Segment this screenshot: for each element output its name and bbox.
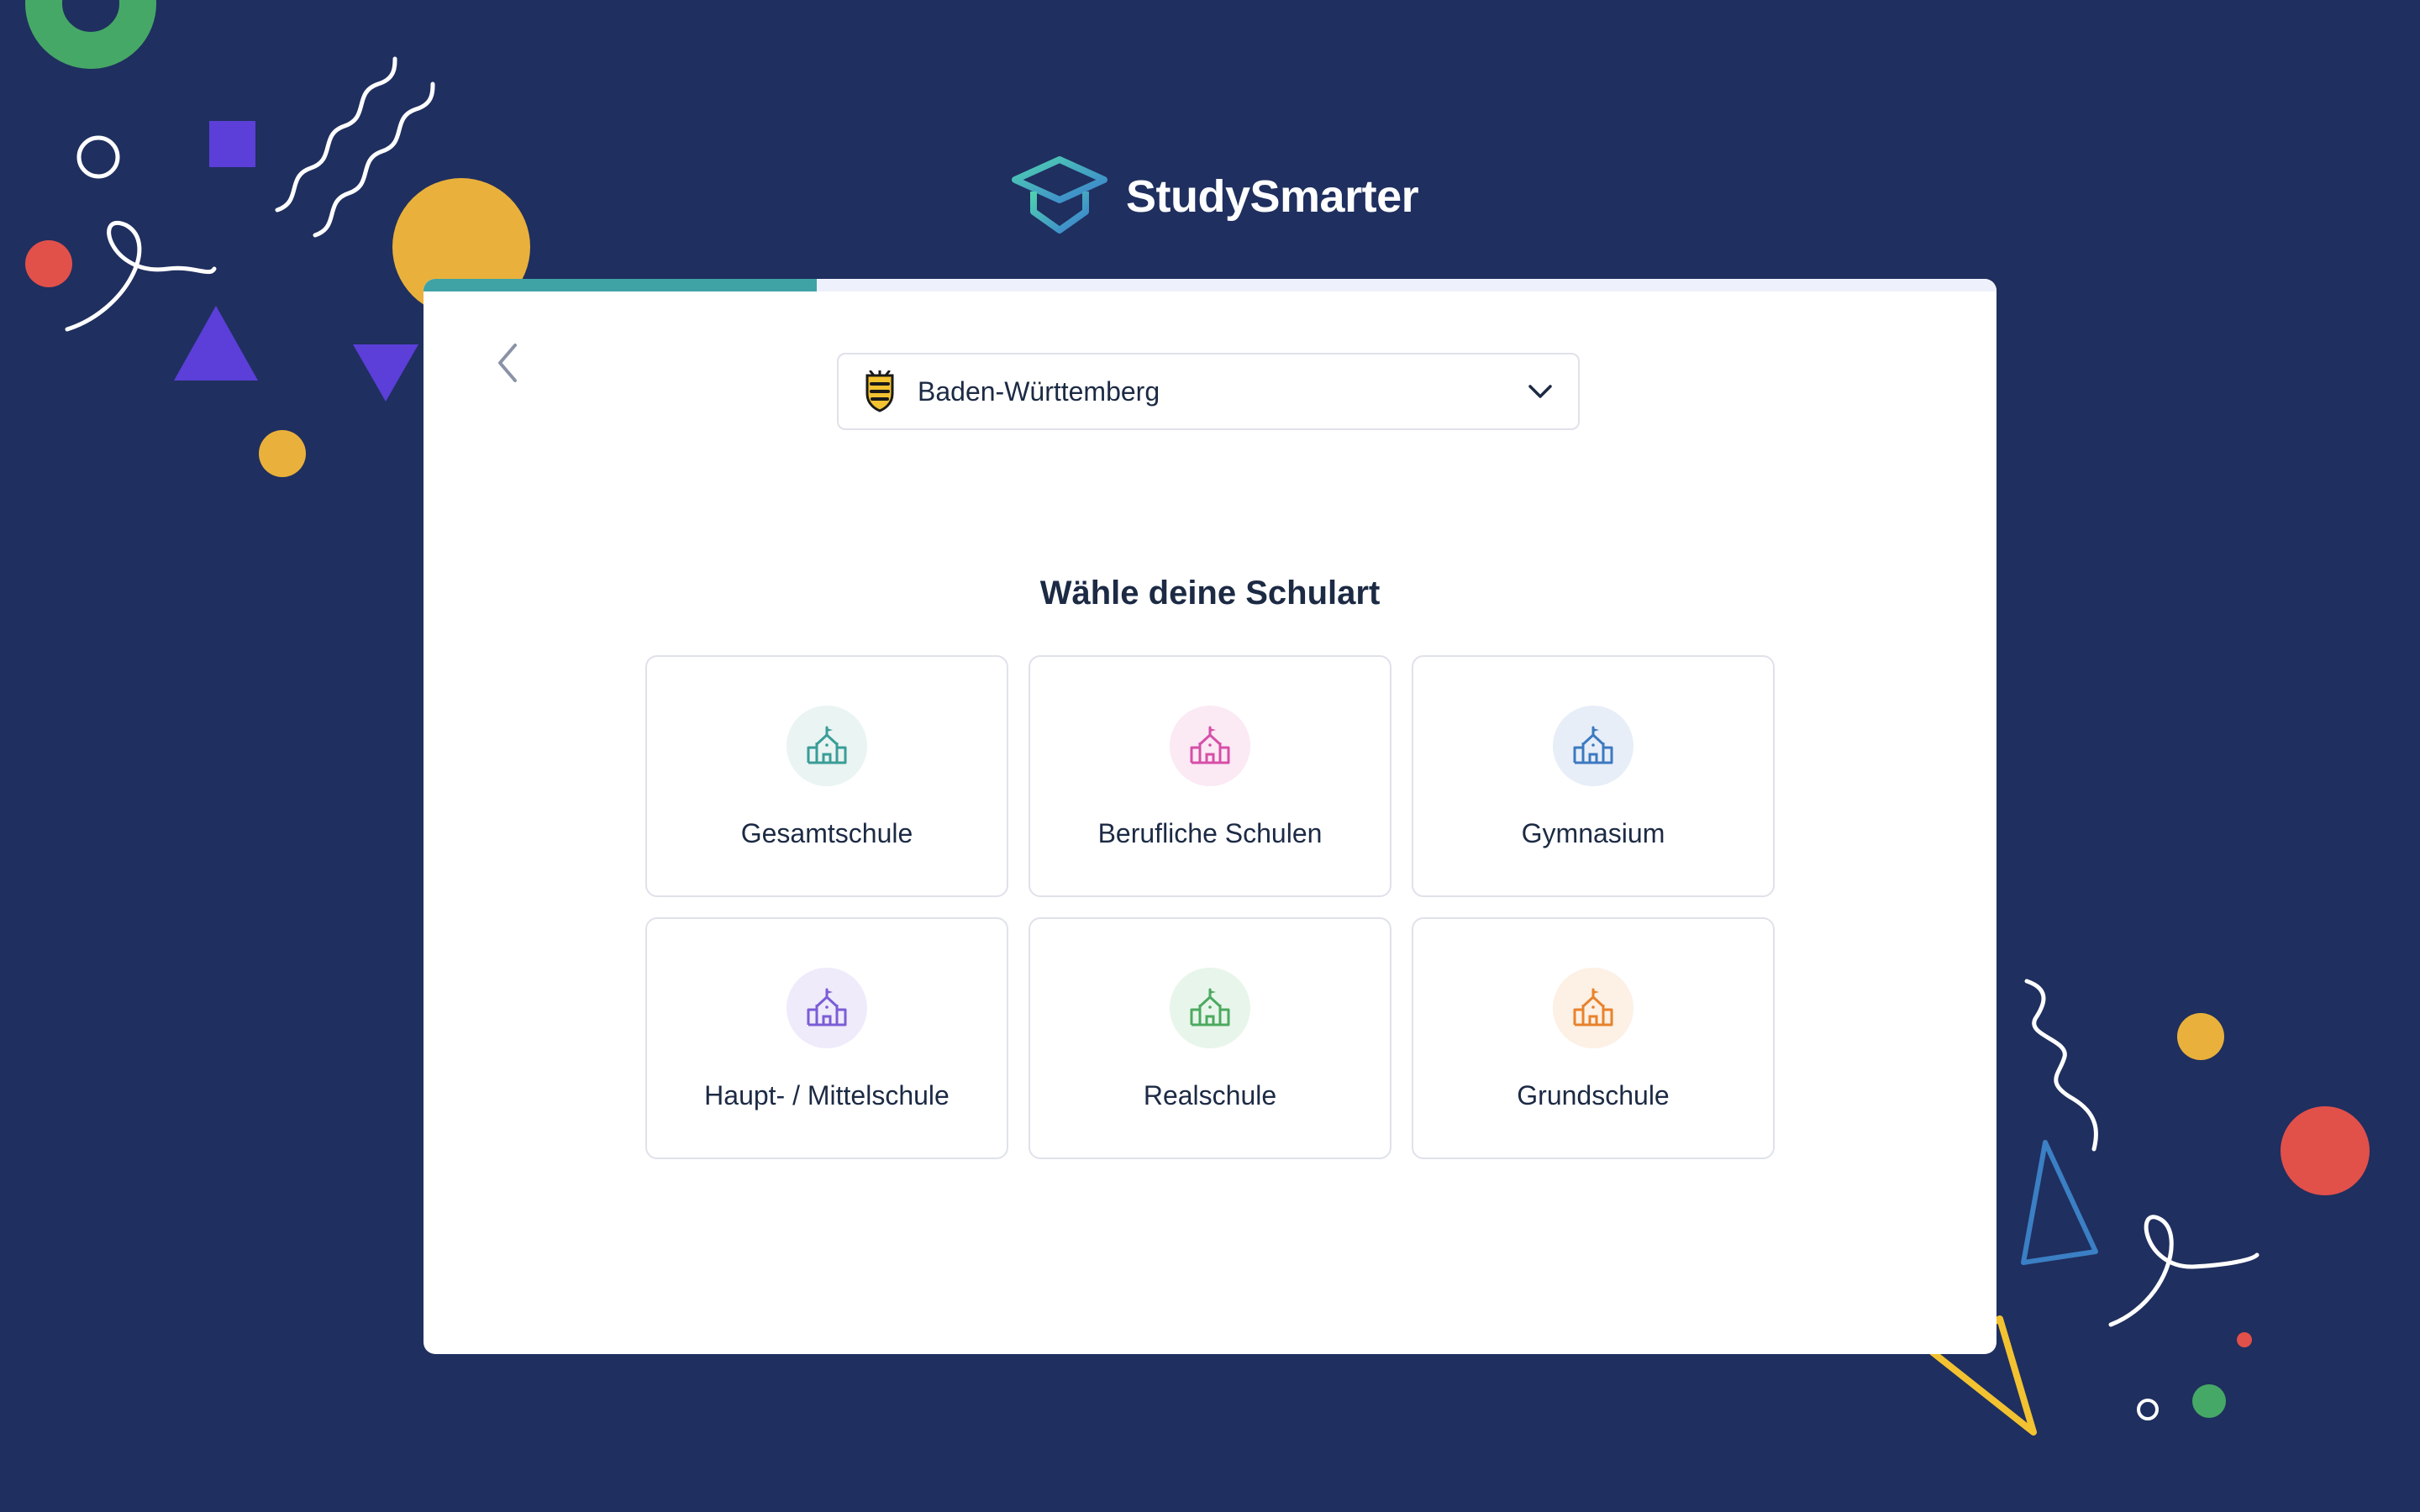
purple-triangle-shape — [174, 306, 258, 381]
white-loop-shape — [2108, 1215, 2260, 1327]
green-dot-shape — [2192, 1384, 2226, 1418]
school-type-option[interactable]: Realschule — [1028, 917, 1392, 1159]
school-type-grid: Gesamtschule Berufliche Schulen Gymnasium H… — [645, 655, 1775, 1159]
school-type-label: Grundschule — [1517, 1080, 1670, 1110]
graduation-cap-cube-logo-icon — [1012, 156, 1107, 234]
brand-logo: StudySmarter — [1010, 155, 1419, 239]
chevron-left-icon — [498, 344, 517, 382]
school-building-icon — [1170, 968, 1250, 1048]
white-wave-shape-1 — [275, 56, 397, 213]
red-circle-shape — [2281, 1106, 2370, 1195]
white-zigzag-shape — [2024, 979, 2098, 1152]
school-type-label: Gymnasium — [1521, 818, 1665, 848]
school-type-option[interactable]: Gesamtschule — [645, 655, 1008, 897]
chevron-down-icon — [1528, 385, 1552, 398]
page-title: Wähle deine Schulart — [1039, 575, 1381, 612]
baden-wuerttemberg-coat-of-arms-icon — [865, 370, 894, 412]
back-button[interactable] — [484, 339, 531, 386]
school-building-icon — [1553, 968, 1634, 1048]
school-building-icon — [786, 968, 867, 1048]
school-type-option[interactable]: Grundschule — [1412, 917, 1775, 1159]
school-type-option[interactable]: Gymnasium — [1412, 655, 1775, 897]
state-select[interactable]: Baden-Württemberg — [837, 353, 1580, 430]
school-type-label: Realschule — [1143, 1080, 1277, 1110]
white-squiggle-shape — [65, 221, 217, 332]
red-dot-shape — [25, 240, 72, 287]
red-small-dot-shape — [2237, 1332, 2252, 1347]
blue-triangle-outline-shape — [2021, 1140, 2098, 1265]
yellow-dot-shape — [259, 430, 306, 477]
school-type-option[interactable]: Berufliche Schulen — [1028, 655, 1392, 897]
school-building-icon — [1553, 706, 1634, 786]
school-type-label: Gesamtschule — [740, 818, 913, 848]
yellow-dot-shape-2 — [2177, 1013, 2224, 1060]
school-building-icon — [786, 706, 867, 786]
school-type-option[interactable]: Haupt- / Mittelschule — [645, 917, 1008, 1159]
white-ring-shape — [76, 135, 120, 179]
purple-down-triangle-shape — [353, 344, 418, 402]
school-type-label: Haupt- / Mittelschule — [704, 1080, 950, 1110]
onboarding-card: Baden-Württemberg Wähle deine Schulart G… — [424, 279, 1996, 1354]
state-select-value: Baden-Württemberg — [918, 375, 1160, 407]
page: StudySmarter Baden-Württemberg Wähle dei… — [0, 0, 2420, 1512]
progress-fill — [424, 279, 817, 291]
purple-square-shape — [209, 121, 255, 167]
school-building-icon — [1170, 706, 1250, 786]
school-type-label: Berufliche Schulen — [1097, 818, 1323, 848]
green-ring-shape — [25, 0, 156, 69]
progress-bar — [424, 279, 1996, 291]
brand-name: StudySmarter — [1126, 171, 1419, 222]
white-small-ring-shape — [2137, 1399, 2159, 1420]
